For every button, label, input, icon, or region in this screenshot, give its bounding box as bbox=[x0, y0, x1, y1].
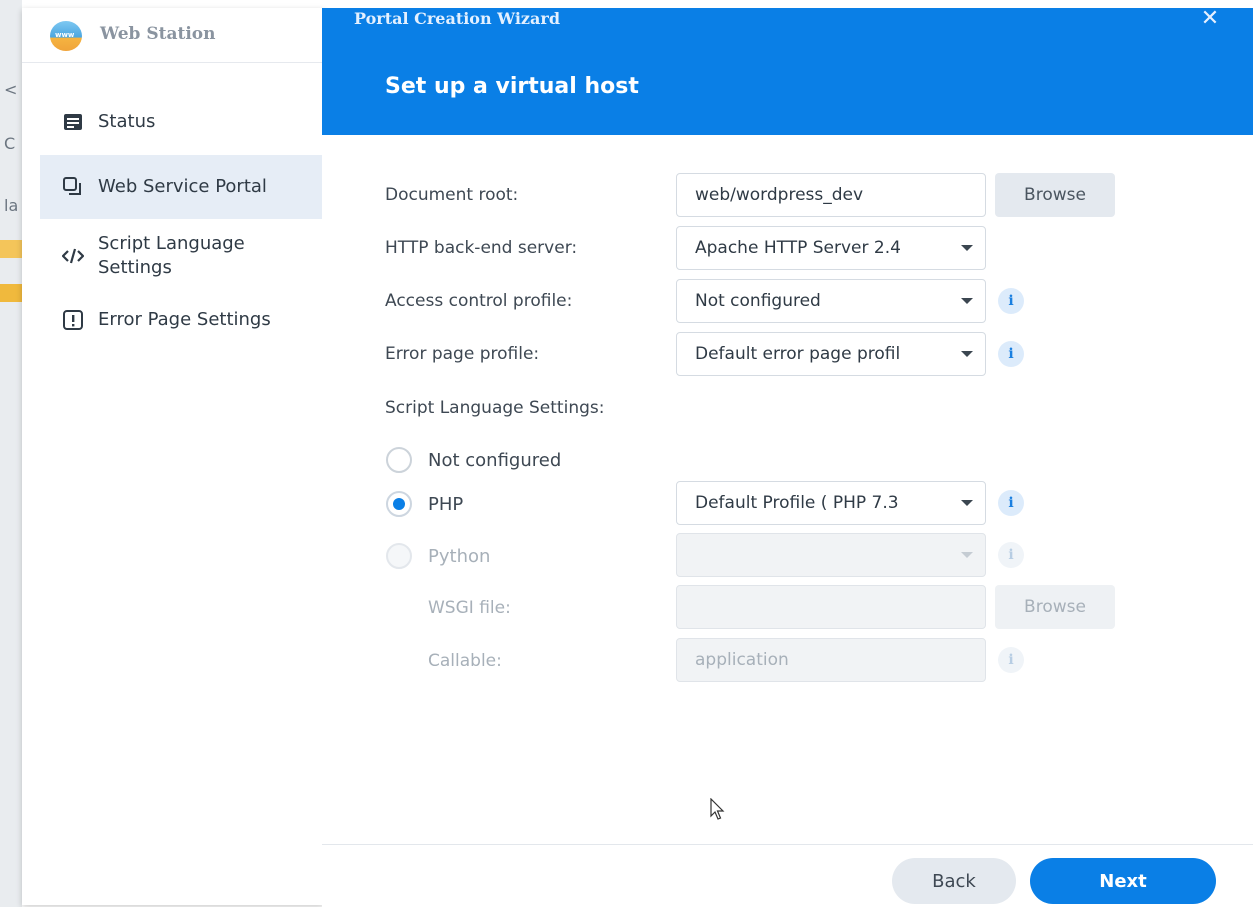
callable-placeholder: application bbox=[695, 650, 789, 670]
nav-label: Status bbox=[98, 111, 156, 132]
background-bar bbox=[0, 240, 22, 258]
radio-python[interactable] bbox=[386, 543, 412, 569]
document-root-browse-button[interactable]: Browse bbox=[995, 173, 1115, 217]
http-backend-label: HTTP back-end server: bbox=[385, 238, 578, 258]
portal-icon bbox=[62, 176, 84, 198]
mouse-cursor-icon bbox=[710, 798, 725, 820]
http-backend-value: Apache HTTP Server 2.4 bbox=[695, 238, 901, 258]
background-text-c: C bbox=[4, 134, 16, 153]
document-root-label: Document root: bbox=[385, 185, 519, 205]
background-window: < C la bbox=[0, 0, 22, 907]
logo-text: www bbox=[55, 31, 75, 39]
error-page-icon bbox=[62, 309, 84, 331]
next-button[interactable]: Next bbox=[1030, 858, 1216, 904]
app-name: Web Station bbox=[100, 24, 216, 44]
wsgi-file-label: WSGI file: bbox=[428, 598, 511, 618]
error-page-info-icon[interactable]: i bbox=[998, 341, 1024, 367]
chevron-down-icon bbox=[961, 298, 973, 304]
chevron-down-icon bbox=[961, 351, 973, 357]
radio-php[interactable] bbox=[386, 491, 412, 517]
code-icon bbox=[62, 245, 84, 267]
nav-label: Script Language Settings bbox=[98, 232, 245, 280]
access-control-info-icon[interactable]: i bbox=[998, 288, 1024, 314]
nav-label: Error Page Settings bbox=[98, 309, 271, 330]
wsgi-browse-button[interactable]: Browse bbox=[995, 585, 1115, 629]
web-station-logo-icon: www bbox=[50, 21, 82, 51]
php-profile-select[interactable]: Default Profile ( PHP 7.3 bbox=[676, 481, 986, 525]
nav-item-script-language-settings[interactable]: Script Language Settings bbox=[40, 228, 322, 284]
access-control-value: Not configured bbox=[695, 291, 821, 311]
php-info-icon[interactable]: i bbox=[998, 490, 1024, 516]
wizard-title: Portal Creation Wizard bbox=[354, 9, 560, 28]
footer-divider bbox=[322, 844, 1253, 845]
close-icon[interactable]: ✕ bbox=[1198, 7, 1222, 30]
portal-creation-wizard: Portal Creation Wizard ✕ Set up a virtua… bbox=[322, 7, 1253, 907]
status-icon bbox=[62, 111, 84, 133]
chevron-down-icon bbox=[961, 245, 973, 251]
wsgi-file-input[interactable] bbox=[676, 585, 986, 629]
step-title: Set up a virtual host bbox=[385, 74, 639, 99]
wizard-header: Portal Creation Wizard ✕ Set up a virtua… bbox=[322, 7, 1253, 135]
access-control-select[interactable]: Not configured bbox=[676, 279, 986, 323]
php-profile-value: Default Profile ( PHP 7.3 bbox=[695, 493, 899, 513]
callable-info-icon[interactable]: i bbox=[998, 647, 1024, 673]
access-control-label: Access control profile: bbox=[385, 291, 573, 311]
nav-label-line1: Script Language bbox=[98, 233, 245, 254]
callable-input[interactable]: application bbox=[676, 638, 986, 682]
background-back-arrow: < bbox=[4, 80, 18, 99]
nav-label-line2: Settings bbox=[98, 257, 172, 278]
document-root-value: web/wordpress_dev bbox=[695, 185, 864, 205]
nav-item-error-page-settings[interactable]: Error Page Settings bbox=[40, 296, 322, 344]
background-bar bbox=[0, 284, 22, 302]
web-station-window: www Web Station Status Web Service Porta… bbox=[22, 8, 324, 905]
radio-not-configured-label: Not configured bbox=[428, 450, 562, 471]
chevron-down-icon bbox=[961, 500, 973, 506]
nav-label: Web Service Portal bbox=[98, 176, 267, 197]
radio-not-configured[interactable] bbox=[386, 447, 412, 473]
error-page-label: Error page profile: bbox=[385, 344, 540, 364]
python-profile-select[interactable] bbox=[676, 533, 986, 577]
python-info-icon[interactable]: i bbox=[998, 542, 1024, 568]
error-page-select[interactable]: Default error page profil bbox=[676, 332, 986, 376]
callable-label: Callable: bbox=[428, 651, 502, 671]
error-page-value: Default error page profil bbox=[695, 344, 901, 364]
nav-item-status[interactable]: Status bbox=[40, 98, 322, 146]
http-backend-select[interactable]: Apache HTTP Server 2.4 bbox=[676, 226, 986, 270]
web-station-titlebar: www Web Station bbox=[22, 8, 322, 63]
radio-python-label: Python bbox=[428, 546, 491, 567]
radio-php-label: PHP bbox=[428, 494, 464, 515]
script-language-label: Script Language Settings: bbox=[385, 398, 605, 418]
document-root-input[interactable]: web/wordpress_dev bbox=[676, 173, 986, 217]
nav-item-web-service-portal[interactable]: Web Service Portal bbox=[40, 155, 322, 219]
chevron-down-icon bbox=[961, 552, 973, 558]
background-text-la: la bbox=[4, 196, 19, 215]
back-button[interactable]: Back bbox=[892, 858, 1016, 904]
